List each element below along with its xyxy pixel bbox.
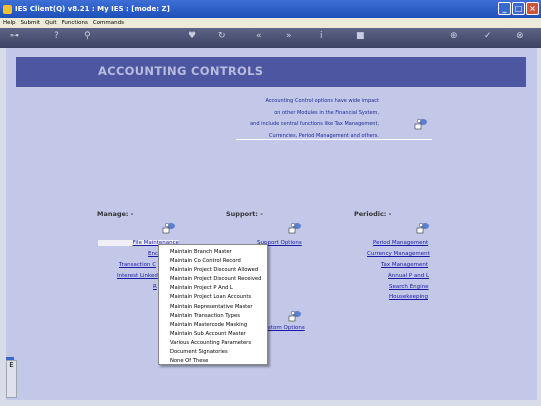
menu-item-mastercode-masking[interactable]: Maintain Mastercode Masking — [159, 321, 267, 330]
menu-item-loan-accounts[interactable]: Maintain Project Loan Accounts — [159, 293, 267, 302]
section-manage: Manage: - — [97, 210, 134, 218]
side-tab[interactable]: E — [6, 360, 17, 398]
menu-item-co-control[interactable]: Maintain Co Control Record — [159, 257, 267, 266]
info-line-2: on other Modules in the Financial System… — [274, 109, 379, 116]
menu-item-branch-master[interactable]: Maintain Branch Master — [159, 248, 267, 257]
divider — [236, 139, 432, 140]
ok-icon[interactable]: ✓ — [484, 31, 492, 41]
info-line-3: and include central functions like Tax M… — [250, 121, 379, 127]
banner: ACCOUNTING CONTROLS — [16, 57, 526, 87]
support-help-icon-2[interactable] — [286, 310, 302, 324]
section-periodic: Periodic: - — [354, 210, 392, 218]
menu-item-sub-account-master[interactable]: Maintain Sub Account Master — [159, 330, 267, 339]
help-icon[interactable]: ? — [54, 31, 59, 41]
link-enc[interactable]: Enc — [148, 251, 158, 257]
info-line-4: Currencies, Period Management and others… — [268, 132, 379, 139]
popup-menu: Maintain Branch Master Maintain Co Contr… — [158, 244, 268, 365]
minimize-button[interactable]: _ — [498, 2, 511, 15]
link-r[interactable]: R — [153, 284, 157, 290]
menu-item-transaction-types[interactable]: Maintain Transaction Types — [159, 312, 267, 321]
info-icon[interactable]: ⅰ — [320, 31, 323, 41]
window-title: IES Client(Q) v8.21 : My IES : [mode: Z] — [15, 5, 170, 13]
window-titlebar: IES Client(Q) v8.21 : My IES : [mode: Z]… — [0, 0, 541, 18]
stop-icon[interactable]: ■ — [356, 31, 365, 41]
section-support: Support: - — [226, 210, 263, 218]
periodic-help-icon[interactable] — [414, 222, 430, 236]
link-housekeeping[interactable]: Housekeeping — [389, 294, 428, 300]
maximize-button[interactable]: □ — [512, 2, 525, 15]
link-currency-management[interactable]: Currency Management — [367, 251, 430, 257]
key-icon[interactable]: ⊶ — [10, 31, 19, 41]
back-icon[interactable]: « — [256, 31, 262, 41]
link-transaction[interactable]: Transaction C — [119, 262, 156, 268]
manage-help-icon[interactable] — [160, 222, 176, 236]
menubar: Help Submit Quit Functions Commands — [0, 18, 541, 28]
app-icon — [3, 4, 12, 14]
menu-functions[interactable]: Functions — [62, 20, 88, 26]
page-title: ACCOUNTING CONTROLS — [98, 64, 264, 78]
menu-commands[interactable]: Commands — [93, 20, 124, 26]
menu-item-document-signatories[interactable]: Document Signatories — [159, 348, 267, 357]
menu-item-none[interactable]: None Of These — [159, 357, 267, 366]
menu-help[interactable]: Help — [3, 20, 16, 26]
help-chat-icon[interactable] — [412, 118, 428, 132]
heart-icon[interactable]: ♥ — [188, 31, 196, 41]
toolbar: ⊶ ? ⚲ ♥ ↻ « » ⅰ ■ ⊕ ✓ ⊗ — [0, 28, 541, 48]
info-text: Accounting Control options have wide imp… — [250, 96, 379, 142]
forward-icon[interactable]: » — [286, 31, 292, 41]
link-tax-management[interactable]: Tax Management — [381, 262, 428, 268]
link-custom-options[interactable]: stom Options — [268, 325, 305, 331]
support-help-icon[interactable] — [286, 222, 302, 236]
menu-submit[interactable]: Submit — [21, 20, 41, 26]
menu-quit[interactable]: Quit — [45, 20, 57, 26]
menu-item-discount-received[interactable]: Maintain Project Discount Received — [159, 275, 267, 284]
menu-item-accounting-parameters[interactable]: Various Accounting Parameters — [159, 339, 267, 348]
menu-item-discount-allowed[interactable]: Maintain Project Discount Allowed — [159, 266, 267, 275]
refresh-icon[interactable]: ↻ — [218, 31, 226, 41]
info-line-1: Accounting Control options have wide imp… — [265, 98, 379, 104]
close-window-button[interactable]: × — [526, 2, 539, 15]
link-annual-p-and-l[interactable]: Annual P and L — [388, 273, 429, 279]
menu-item-representative-master[interactable]: Maintain Representative Master — [159, 303, 267, 312]
link-interest-linked[interactable]: Interest Linked — [117, 273, 158, 279]
link-search-engine[interactable]: Search Engine — [389, 284, 429, 290]
search-icon[interactable]: ⚲ — [84, 31, 91, 41]
link-period-management[interactable]: Period Management — [373, 240, 428, 246]
window-buttons: _ □ × — [498, 2, 539, 15]
close-icon[interactable]: ⊗ — [516, 31, 524, 41]
add-icon[interactable]: ⊕ — [450, 31, 458, 41]
menu-item-project-p-and-l[interactable]: Maintain Project P And L — [159, 284, 267, 293]
